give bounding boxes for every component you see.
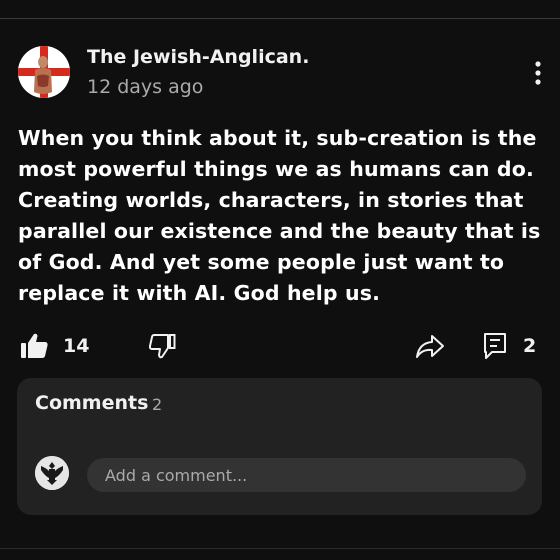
comment-count: 2 — [523, 335, 537, 357]
author-avatar[interactable] — [18, 46, 70, 98]
post-actions: 14 2 — [0, 328, 560, 368]
thumbs-down-outline-icon — [148, 334, 176, 359]
add-comment-input[interactable] — [87, 458, 526, 492]
share-arrow-icon — [416, 335, 444, 358]
post-timestamp[interactable]: 12 days ago — [87, 76, 203, 98]
bottom-divider — [0, 548, 560, 549]
like-button[interactable] — [16, 328, 52, 364]
top-divider — [0, 18, 560, 19]
share-button[interactable] — [412, 328, 448, 364]
user-avatar — [35, 456, 69, 490]
thumbs-up-filled-icon — [21, 333, 48, 358]
eagle-crest-avatar-icon — [35, 456, 69, 490]
comments-count: 2 — [152, 395, 163, 414]
like-count: 14 — [63, 335, 90, 357]
comment-bubble-icon — [484, 333, 506, 359]
more-vertical-icon — [535, 61, 541, 85]
author-name[interactable]: The Jewish-Anglican. — [87, 46, 309, 68]
comments-panel[interactable]: Comments 2 — [17, 378, 542, 515]
post-text: When you think about it, sub-creation is… — [18, 126, 541, 305]
more-options-button[interactable] — [524, 58, 552, 88]
comment-button[interactable] — [478, 328, 512, 364]
dislike-button[interactable] — [144, 328, 180, 364]
st-george-cross-avatar-icon — [18, 46, 70, 98]
comments-title: Comments — [35, 392, 149, 414]
